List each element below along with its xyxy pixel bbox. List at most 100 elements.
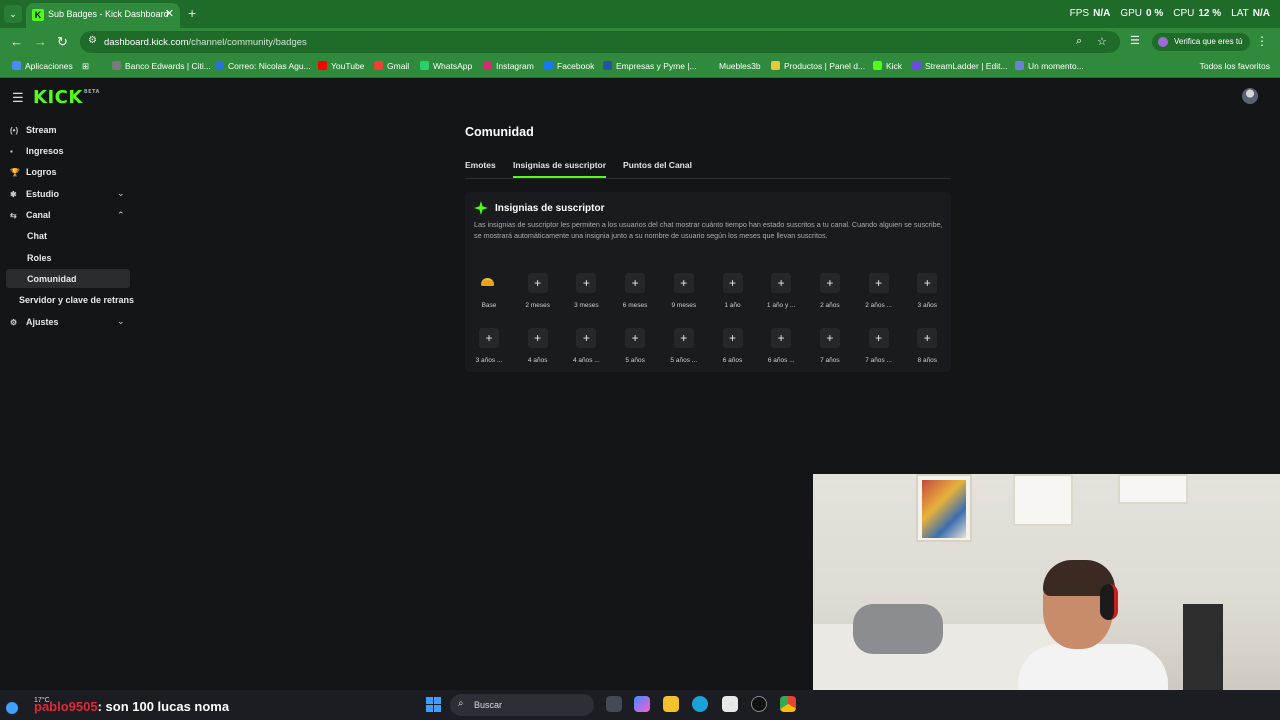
add-badge-icon[interactable]: + — [625, 273, 646, 293]
badge-slot[interactable]: +4 años ... — [562, 326, 608, 370]
bookmark-aplicaciones[interactable]: Aplicaciones — [12, 61, 73, 71]
add-badge-icon[interactable]: + — [527, 273, 548, 293]
add-badge-icon[interactable]: + — [576, 273, 597, 293]
sidebar-subitem-chat[interactable]: Chat — [27, 231, 47, 241]
add-badge-icon[interactable]: + — [479, 328, 499, 348]
sidebar-item-logros[interactable]: 🏆 Logros — [10, 167, 57, 177]
chevron-up-icon[interactable]: ⌃ — [117, 210, 125, 221]
add-badge-icon[interactable]: + — [576, 328, 597, 348]
sidebar-subitem-roles[interactable]: Roles — [27, 253, 52, 263]
browser-menu-icon[interactable]: ⋮ — [1256, 34, 1268, 48]
windows-start-icon[interactable] — [426, 697, 441, 712]
badge-slot[interactable]: +7 años ... — [855, 326, 901, 370]
badge-slot[interactable]: +3 años ... — [465, 326, 511, 370]
badge-slot[interactable]: +1 año — [709, 271, 755, 315]
bookmark-facebook[interactable]: Facebook — [544, 61, 594, 71]
browser-tab[interactable]: K Sub Badges - Kick Dashboard ✕ — [26, 3, 180, 28]
add-badge-icon[interactable]: + — [527, 328, 548, 348]
bookmark-empresas-y-pyme[interactable]: Empresas y Pyme |... — [603, 61, 697, 71]
chrome-icon[interactable] — [780, 696, 796, 712]
apps-grid-icon[interactable]: ⊞ — [82, 61, 89, 72]
address-bar[interactable]: ⚙ dashboard.kick.com/channel/community/b… — [80, 31, 1120, 53]
weather-widget[interactable]: 17°C — [4, 694, 50, 716]
file-explorer-icon[interactable] — [663, 696, 679, 712]
badge-slot[interactable]: +9 meses — [660, 271, 706, 315]
taskbar-search[interactable]: ⌕ Buscar — [450, 694, 594, 716]
bookmark-streamladder-edit[interactable]: StreamLadder | Edit... — [912, 61, 1008, 71]
kick-logo[interactable]: KICKBETA — [33, 87, 100, 108]
add-badge-icon[interactable]: + — [819, 328, 840, 348]
badge-slot[interactable]: +3 meses — [562, 271, 608, 315]
new-tab-button[interactable]: + — [188, 5, 196, 21]
bookmark-kick[interactable]: Kick — [873, 61, 902, 71]
sidebar-item-stream[interactable]: (•) Stream — [10, 125, 57, 135]
badge-label: 7 años — [820, 357, 840, 364]
user-avatar[interactable] — [1242, 88, 1258, 104]
add-badge-icon[interactable]: + — [673, 273, 694, 293]
profile-button[interactable]: Verifica que eres tú — [1152, 33, 1250, 51]
sidebar-subitem-stream-key[interactable]: Servidor y clave de retrans — [19, 295, 134, 305]
tab-emotes[interactable]: Emotes — [465, 160, 496, 170]
badge-slot[interactable]: +2 años ... — [855, 271, 901, 315]
bookmark-un-momento[interactable]: Un momento... — [1015, 61, 1084, 71]
sidebar-item-canal[interactable]: ⇆ Canal — [10, 210, 51, 220]
reload-icon[interactable]: ↻ — [57, 34, 68, 50]
bookmark-correo-nicolas-agu[interactable]: Correo: Nicolas Agu... — [215, 61, 311, 71]
badge-slot[interactable]: +7 años — [806, 326, 852, 370]
chevron-down-icon[interactable]: ⌄ — [117, 188, 125, 199]
badge-slot[interactable]: +1 año y ... — [757, 271, 803, 315]
tab-subscriber-badges[interactable]: Insignias de suscriptor — [513, 160, 607, 178]
badge-slot[interactable]: +8 años — [903, 326, 949, 370]
forward-icon[interactable]: → — [34, 34, 47, 49]
zoom-icon[interactable]: ⌕ — [1076, 35, 1082, 48]
sidebar-item-ingresos[interactable]: ▪ Ingresos — [10, 146, 64, 156]
add-badge-icon[interactable]: + — [771, 328, 792, 348]
badge-slot[interactable]: +4 años — [514, 326, 560, 370]
add-badge-icon[interactable]: + — [625, 328, 646, 348]
badge-slot[interactable]: +6 años — [709, 326, 755, 370]
bookmark-instagram[interactable]: Instagram — [483, 61, 534, 71]
bookmark-productos-panel-d[interactable]: Productos | Panel d... — [771, 61, 865, 71]
edge-icon[interactable] — [692, 696, 708, 712]
reading-list-icon[interactable]: ☰ — [1130, 34, 1140, 47]
badge-slot[interactable]: +6 años ... — [757, 326, 803, 370]
badge-slot[interactable]: +6 meses — [611, 271, 657, 315]
store-icon[interactable] — [722, 696, 738, 712]
bookmark-star-icon[interactable]: ☆ — [1097, 35, 1107, 48]
sidebar-subitem-comunidad[interactable]: Comunidad — [27, 274, 77, 284]
task-view-icon[interactable] — [606, 696, 622, 712]
badge-slot[interactable]: +5 años — [611, 326, 657, 370]
add-badge-icon[interactable]: + — [868, 328, 889, 348]
bookmark-gmail[interactable]: Gmail — [374, 61, 409, 71]
bookmark-banco-edwards-citi[interactable]: Banco Edwards | Citi... — [112, 61, 211, 71]
sidebar-item-estudio[interactable]: ✱ Estudio — [10, 189, 59, 199]
add-badge-icon[interactable]: + — [917, 273, 938, 293]
menu-icon[interactable]: ☰ — [12, 90, 24, 106]
copilot-icon[interactable] — [634, 696, 650, 712]
back-icon[interactable]: ← — [10, 34, 23, 49]
add-badge-icon[interactable]: + — [917, 328, 938, 348]
badge-slot[interactable]: +2 meses — [514, 271, 560, 315]
all-bookmarks-folder[interactable]: Todos los favoritos — [1200, 61, 1270, 71]
add-badge-icon[interactable]: + — [673, 328, 694, 348]
dell-icon[interactable] — [751, 696, 767, 712]
tab-close-icon[interactable]: ✕ — [165, 7, 174, 20]
badge-slot[interactable]: +2 años — [806, 271, 852, 315]
add-badge-icon[interactable]: + — [722, 273, 743, 293]
add-badge-icon[interactable]: + — [722, 328, 743, 348]
badge-slot[interactable]: +5 años ... — [660, 326, 706, 370]
badge-slot[interactable]: +3 años — [903, 271, 949, 315]
add-badge-icon[interactable]: + — [771, 273, 792, 293]
add-badge-icon[interactable]: + — [819, 273, 840, 293]
badge-slot[interactable]: Base — [465, 271, 511, 315]
tab-search-chevron-icon[interactable]: ⌄ — [4, 5, 22, 23]
tab-channel-points[interactable]: Puntos del Canal — [623, 160, 692, 170]
site-info-icon[interactable]: ⚙ — [88, 35, 97, 46]
bookmark-youtube[interactable]: YouTube — [318, 61, 364, 71]
bookmark-muebles3b[interactable]: Muebles3b — [706, 61, 761, 71]
base-badge-taco-icon[interactable] — [479, 273, 499, 293]
add-badge-icon[interactable]: + — [868, 273, 889, 293]
sidebar-item-ajustes[interactable]: ⚙ Ajustes — [10, 317, 59, 327]
chevron-down-icon[interactable]: ⌄ — [117, 316, 125, 327]
bookmark-whatsapp[interactable]: WhatsApp — [420, 61, 472, 71]
